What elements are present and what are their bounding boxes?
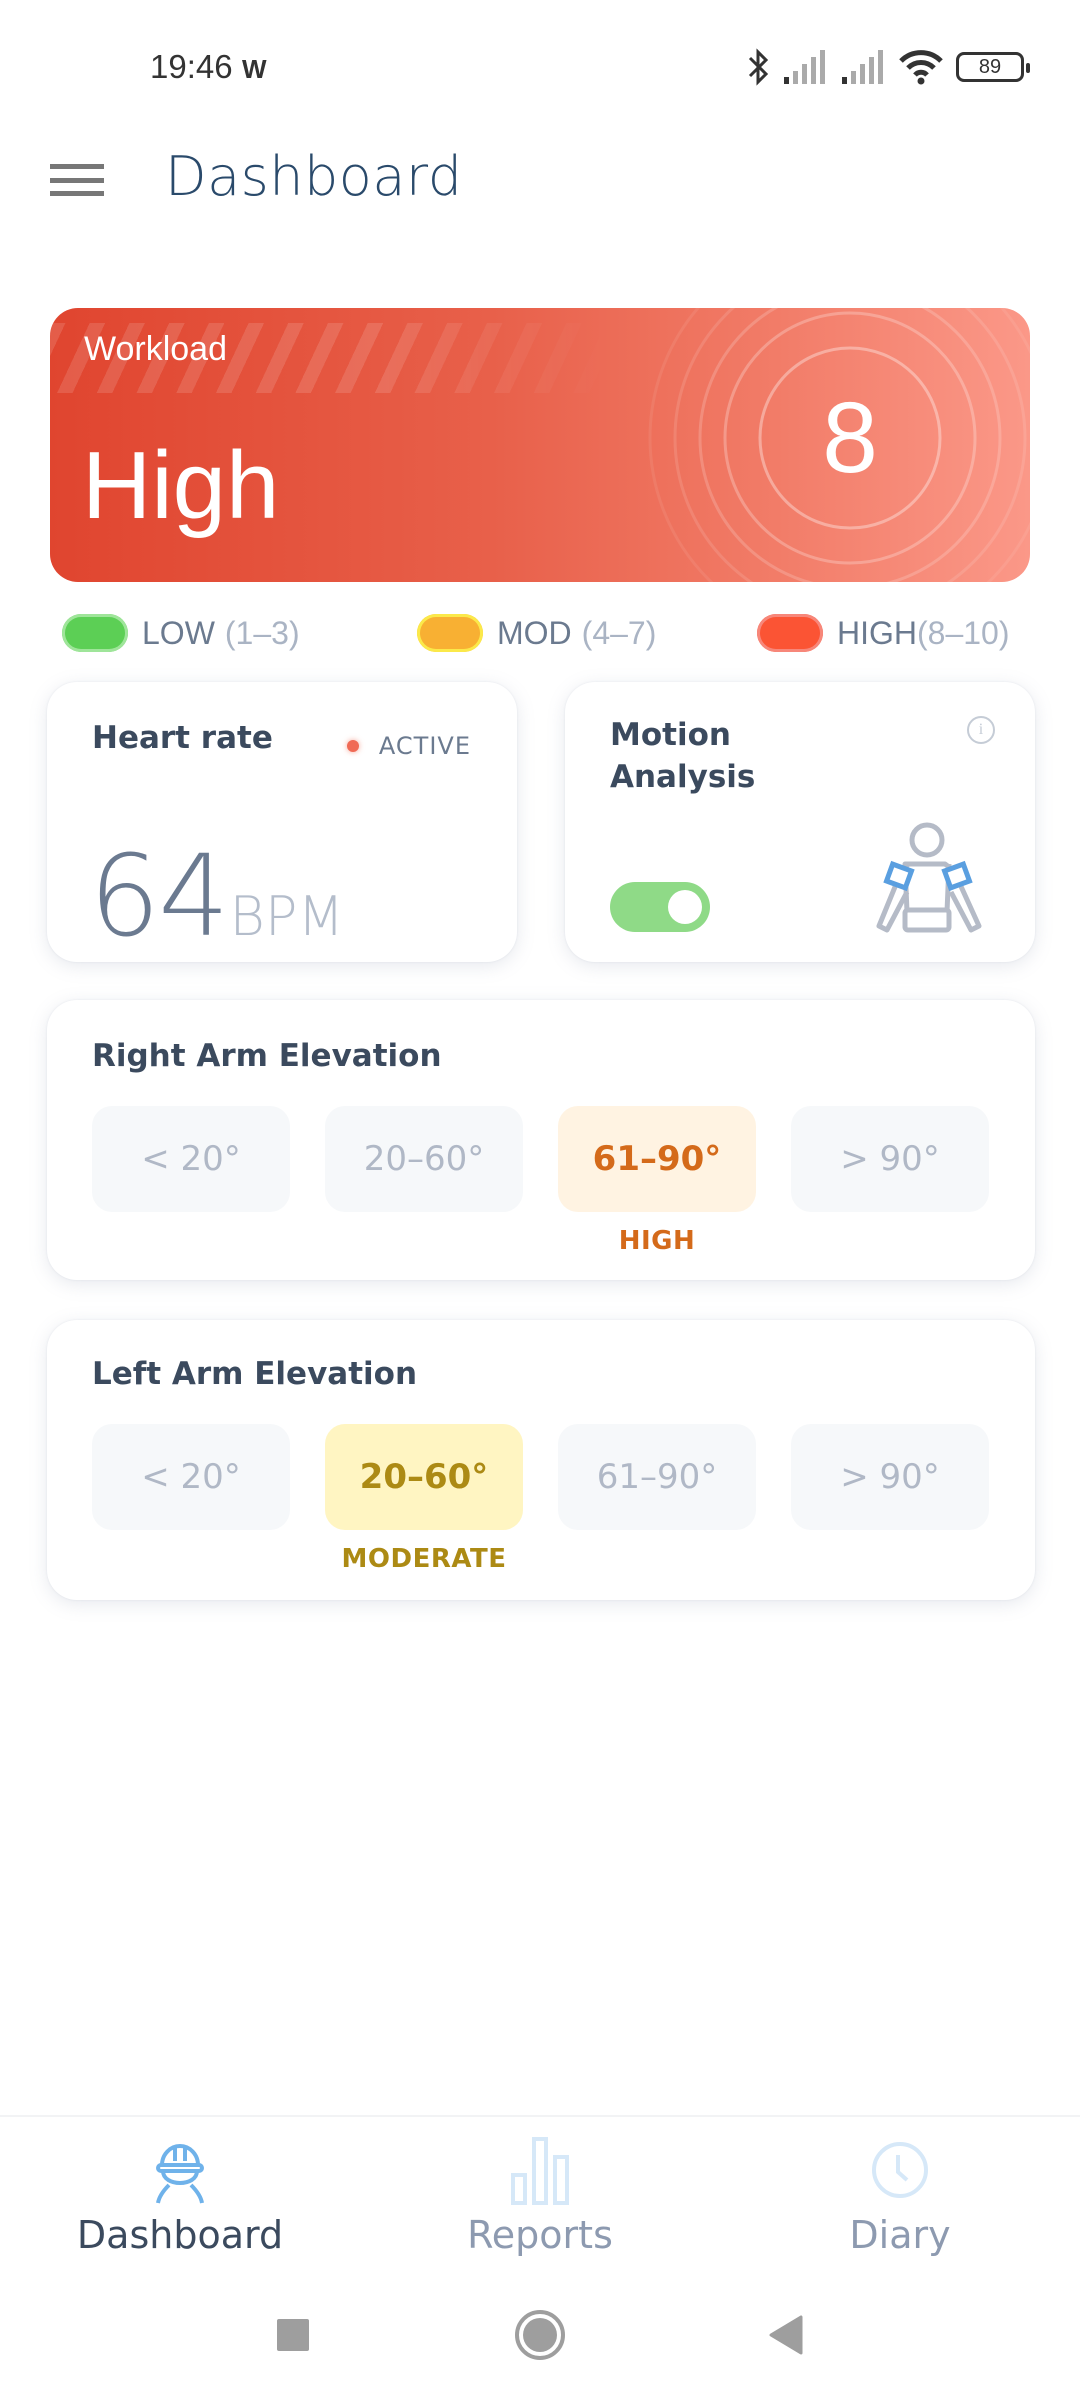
left-arm-elevation-card: Left Arm Elevation < 20° 20–60° 61–90° >… bbox=[47, 1320, 1035, 1600]
signal-icon bbox=[784, 50, 825, 84]
bluetooth-icon bbox=[748, 48, 769, 86]
workload-label: Workload bbox=[84, 330, 227, 368]
status-dot-icon bbox=[346, 740, 359, 752]
nav-item-diary[interactable]: Diary bbox=[750, 2135, 1050, 2265]
legend-name: MOD bbox=[497, 614, 572, 651]
body-sensor-figure-icon bbox=[876, 822, 982, 933]
legend-range: (8–10) bbox=[917, 614, 1010, 651]
bar-chart-icon bbox=[511, 2137, 569, 2205]
nav-item-reports[interactable]: Reports bbox=[390, 2135, 690, 2265]
heart-rate-unit: BPM bbox=[229, 885, 345, 948]
clock-icon bbox=[872, 2142, 928, 2198]
range-chip[interactable]: > 90° bbox=[791, 1106, 989, 1212]
recents-square-icon[interactable] bbox=[258, 2300, 328, 2370]
right-arm-risk-label: HIGH bbox=[618, 1226, 696, 1256]
signal-icon bbox=[842, 50, 883, 84]
app-notification-icon: W bbox=[242, 54, 267, 84]
motion-analysis-toggle[interactable] bbox=[610, 882, 710, 932]
legend-item-low: LOW (1–3) bbox=[62, 608, 300, 658]
workload-score: 8 bbox=[822, 382, 878, 494]
left-arm-range-chips: < 20° 20–60° 61–90° > 90° MODERATE bbox=[92, 1424, 992, 1574]
legend-item-mod: MOD (4–7) bbox=[417, 608, 656, 658]
info-icon[interactable]: i bbox=[967, 716, 995, 744]
range-chip[interactable]: 20–60° bbox=[325, 1106, 523, 1212]
left-arm-risk-label: MODERATE bbox=[341, 1544, 507, 1574]
range-chip[interactable]: > 90° bbox=[791, 1424, 989, 1530]
battery-icon: 89 bbox=[956, 52, 1030, 82]
nav-label: Reports bbox=[467, 2213, 613, 2257]
range-chip[interactable]: < 20° bbox=[92, 1106, 290, 1212]
legend-name: HIGH bbox=[837, 614, 917, 651]
right-arm-range-chips: < 20° 20–60° 61–90° > 90° HIGH bbox=[92, 1106, 992, 1256]
back-triangle-icon[interactable] bbox=[750, 2300, 820, 2370]
range-chip[interactable]: 61–90° bbox=[558, 1424, 756, 1530]
workload-legend: LOW (1–3) MOD (4–7) HIGH (8–10) bbox=[62, 608, 1022, 658]
nav-label: Diary bbox=[849, 2213, 951, 2257]
legend-range: (1–3) bbox=[224, 614, 300, 651]
wifi-icon bbox=[899, 50, 943, 85]
status-time: 19:46 bbox=[150, 48, 233, 85]
legend-dot-high bbox=[757, 614, 823, 652]
heart-rate-status-label: ACTIVE bbox=[378, 732, 471, 760]
heart-rate-value: 64 BPM bbox=[89, 832, 344, 962]
heart-rate-title: Heart rate bbox=[92, 720, 273, 756]
left-arm-title: Left Arm Elevation bbox=[92, 1356, 418, 1392]
heart-rate-card[interactable]: Heart rate ACTIVE 64 BPM bbox=[47, 682, 517, 962]
workload-card[interactable]: Workload High 8 bbox=[50, 308, 1030, 582]
battery-level: 89 bbox=[978, 55, 1002, 78]
legend-item-high: HIGH (8–10) bbox=[757, 608, 1010, 658]
workload-level: High bbox=[82, 432, 280, 539]
system-navigation-bar bbox=[0, 2280, 1080, 2400]
nav-item-dashboard[interactable]: Dashboard bbox=[30, 2135, 330, 2265]
range-chip[interactable]: < 20° bbox=[92, 1424, 290, 1530]
range-chip-active[interactable]: 20–60° bbox=[325, 1424, 523, 1530]
bottom-navigation: Dashboard Reports Diary bbox=[0, 2115, 1080, 2275]
hamburger-menu-icon[interactable] bbox=[50, 160, 104, 200]
toggle-knob bbox=[668, 890, 702, 924]
right-arm-title: Right Arm Elevation bbox=[92, 1038, 442, 1074]
worker-helmet-icon bbox=[156, 2144, 204, 2204]
heart-rate-number: 64 bbox=[89, 832, 230, 962]
legend-dot-low bbox=[62, 614, 128, 652]
motion-analysis-title: Motion Analysis bbox=[610, 715, 755, 799]
legend-name: LOW bbox=[142, 614, 215, 651]
legend-dot-mod bbox=[417, 614, 483, 652]
range-chip-active[interactable]: 61–90° bbox=[558, 1106, 756, 1212]
status-bar: 19:46 W 89 bbox=[0, 0, 1080, 130]
nav-label: Dashboard bbox=[76, 2213, 284, 2257]
motion-analysis-title-line1: Motion bbox=[610, 717, 731, 753]
legend-range: (4–7) bbox=[581, 614, 657, 651]
home-circle-icon[interactable] bbox=[505, 2300, 575, 2370]
heart-rate-status: ACTIVE bbox=[346, 732, 471, 760]
motion-analysis-card: Motion Analysis i bbox=[565, 682, 1035, 962]
right-arm-elevation-card: Right Arm Elevation < 20° 20–60° 61–90° … bbox=[47, 1000, 1035, 1280]
motion-analysis-title-line2: Analysis bbox=[610, 758, 756, 795]
page-title: Dashboard bbox=[165, 145, 463, 208]
status-icons: 89 bbox=[746, 46, 1030, 88]
